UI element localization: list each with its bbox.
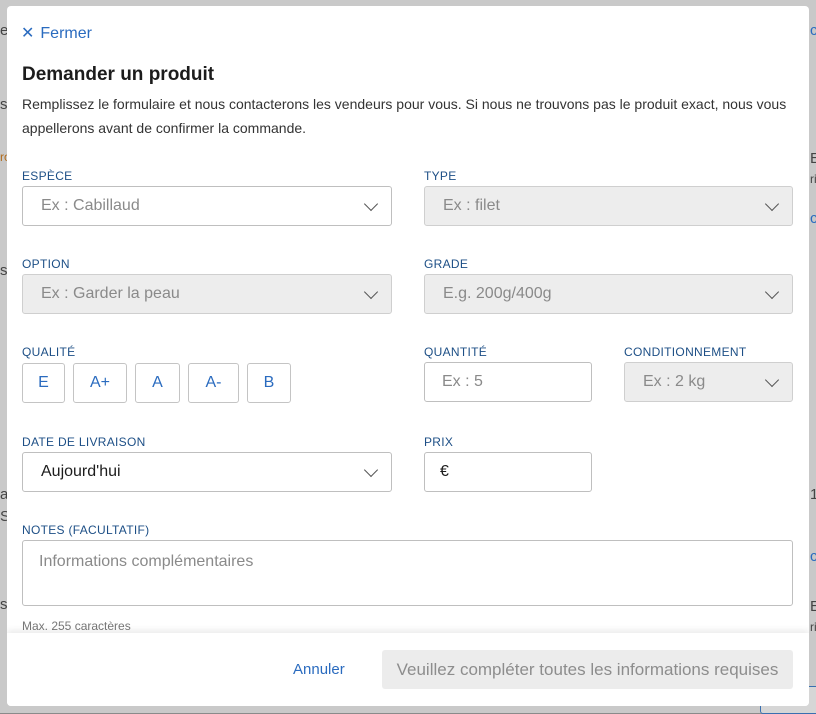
modal-description: Remplissez le formulaire et nous contact… xyxy=(22,96,787,136)
notes-textarea[interactable]: Informations complémentaires xyxy=(22,540,793,606)
species-label: ESPÈCE xyxy=(22,169,73,183)
delivery-date-select[interactable]: Aujourd'hui xyxy=(22,452,392,492)
species-placeholder: Ex : Cabillaud xyxy=(41,197,140,214)
close-button[interactable]: ✕ Fermer xyxy=(21,25,92,43)
notes-hint: Max. 255 caractères xyxy=(22,619,131,633)
quantity-label: QUANTITÉ xyxy=(424,345,488,359)
quality-option-e[interactable]: E xyxy=(22,363,65,403)
notes-placeholder: Informations complémentaires xyxy=(39,553,254,570)
quality-option-a-plus[interactable]: A+ xyxy=(73,363,127,403)
price-input[interactable]: € xyxy=(424,452,592,492)
request-product-modal: ✕ Fermer Demander un produit Remplissez … xyxy=(7,6,809,706)
quality-label: QUALITÉ xyxy=(22,345,76,359)
type-placeholder: Ex : filet xyxy=(443,197,500,214)
delivery-date-label: DATE DE LIVRAISON xyxy=(22,435,146,449)
delivery-date-value: Aujourd'hui xyxy=(41,463,121,480)
grade-placeholder: E.g. 200g/400g xyxy=(443,285,552,302)
option-label: OPTION xyxy=(22,257,70,271)
close-icon: ✕ xyxy=(21,25,35,42)
background-text: E3 xyxy=(810,150,816,167)
quality-option-b[interactable]: B xyxy=(247,363,291,403)
option-placeholder: Ex : Garder la peau xyxy=(41,285,180,302)
modal-title: Demander un produit xyxy=(22,64,215,85)
type-select[interactable]: Ex : filet xyxy=(424,186,793,226)
chevron-down-icon xyxy=(363,196,379,212)
background-text: c xyxy=(810,22,816,39)
packaging-placeholder: Ex : 2 kg xyxy=(643,373,706,390)
close-label: Fermer xyxy=(40,25,92,42)
chevron-down-icon xyxy=(764,196,780,212)
chevron-down-icon xyxy=(764,284,780,300)
option-select[interactable]: Ex : Garder la peau xyxy=(22,274,392,314)
currency-symbol: € xyxy=(440,463,449,480)
background-text: c xyxy=(810,210,816,227)
grade-select[interactable]: E.g. 200g/400g xyxy=(424,274,793,314)
type-label: TYPE xyxy=(424,169,457,183)
quantity-input[interactable]: Ex : 5 xyxy=(424,362,592,402)
quality-option-a[interactable]: A xyxy=(135,363,180,403)
chevron-down-icon xyxy=(764,372,780,388)
background-text: E5 xyxy=(810,598,816,615)
species-select[interactable]: Ex : Cabillaud xyxy=(22,186,392,226)
chevron-down-icon xyxy=(363,462,379,478)
background-text: c xyxy=(810,548,816,565)
grade-label: GRADE xyxy=(424,257,469,271)
quality-option-a-minus[interactable]: A- xyxy=(188,363,239,403)
notes-label: NOTES (FACULTATIF) xyxy=(22,523,150,537)
price-label: PRIX xyxy=(424,435,454,449)
packaging-select[interactable]: Ex : 2 kg xyxy=(624,362,793,402)
background-text: 1 xyxy=(810,486,816,503)
modal-footer: Annuler Veuillez compléter toutes les in… xyxy=(7,633,809,706)
cancel-button[interactable]: Annuler xyxy=(293,661,345,678)
submit-button[interactable]: Veuillez compléter toutes les informatio… xyxy=(382,650,793,689)
packaging-label: CONDITIONNEMENT xyxy=(624,345,747,359)
background-text: ri xyxy=(810,172,816,186)
quantity-placeholder: Ex : 5 xyxy=(442,373,483,390)
chevron-down-icon xyxy=(363,284,379,300)
background-text: ri xyxy=(810,620,816,634)
